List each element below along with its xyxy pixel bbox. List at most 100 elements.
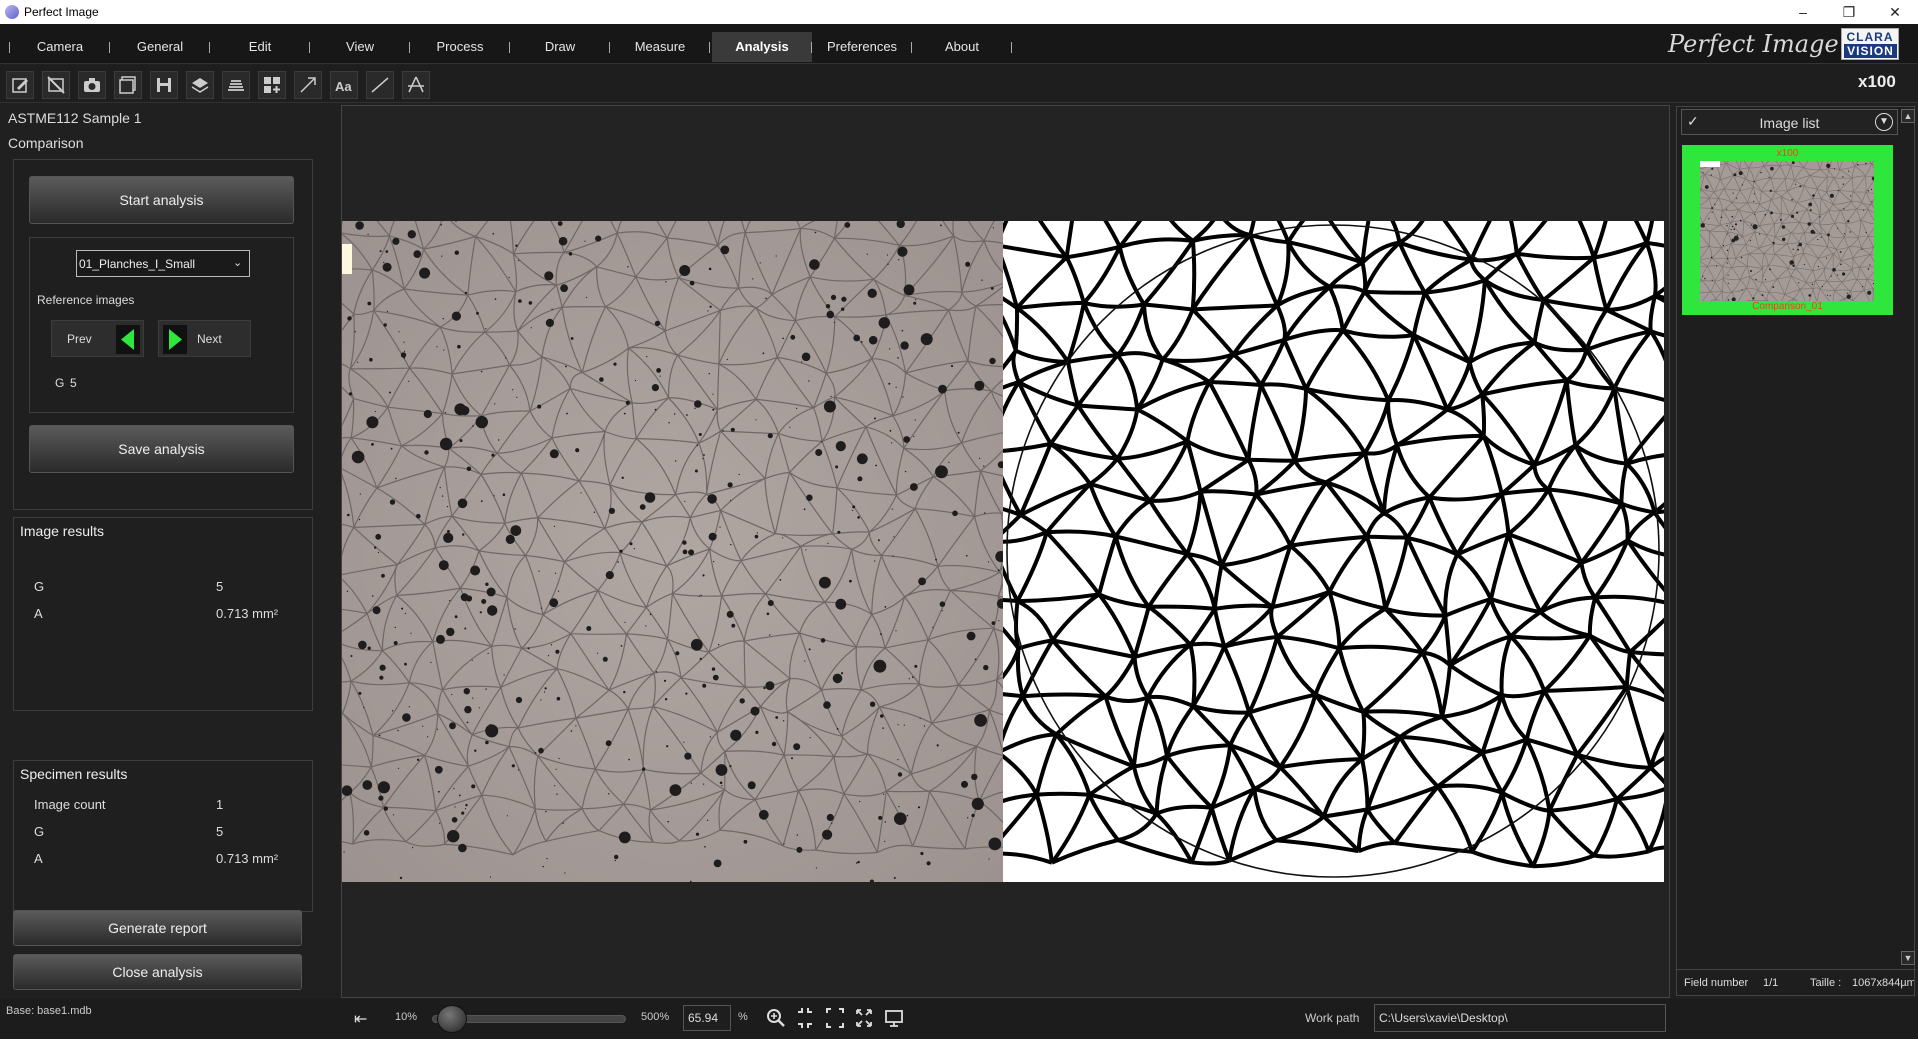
zoom-max-label: 500% [641, 1011, 670, 1023]
next-label: Next [197, 332, 222, 346]
fullscreen-icon[interactable] [825, 1006, 845, 1030]
prev-button[interactable]: Prev [51, 320, 144, 357]
edit-icon[interactable] [6, 71, 34, 99]
camera-icon[interactable] [78, 71, 106, 99]
specimen-results-title: Specimen results [20, 766, 128, 782]
clara-vision-logo: CLARA VISION [1841, 28, 1899, 60]
specimen-result-value: 0.713 mm² [216, 851, 279, 866]
left-panel: ASTME112 Sample 1 Comparison Start analy… [0, 104, 334, 999]
app-icon [5, 5, 19, 19]
dropdown-circle-icon[interactable]: ▼ [1875, 113, 1893, 131]
menu-general[interactable]: General [120, 32, 200, 62]
text-tool-icon[interactable]: Aa [330, 71, 358, 99]
zoom-value-input[interactable] [683, 1005, 731, 1031]
specimen-result-value: 5 [216, 824, 224, 839]
no-image-icon[interactable] [42, 71, 70, 99]
database-label: Base: base1.mdb [6, 1005, 92, 1017]
menu-separator [109, 42, 110, 53]
next-arrow-icon [163, 325, 187, 354]
image-list-title: Image list [1759, 115, 1820, 131]
restore-button[interactable]: ❐ [1826, 0, 1872, 24]
zoom-in-icon[interactable] [766, 1006, 786, 1030]
image-result-value: 5 [216, 579, 224, 594]
menu-separator [811, 42, 812, 53]
zoom-slider-thumb[interactable] [436, 1005, 467, 1033]
taille-value: 1067x844µm [1852, 977, 1914, 989]
image-result-value: 0.713 mm² [216, 606, 279, 621]
reference-images-label: Reference images [37, 293, 135, 307]
menu-separator [509, 42, 510, 53]
menu-draw[interactable]: Draw [520, 32, 600, 62]
chevron-down-icon: ⌄ [233, 257, 243, 269]
scroll-up-icon[interactable]: ▲ [1901, 109, 1915, 123]
menu-separator [9, 42, 10, 53]
image-viewer[interactable] [341, 105, 1670, 998]
expand-icon[interactable] [854, 1006, 874, 1030]
menu-separator [409, 42, 410, 53]
work-path-input[interactable] [1374, 1004, 1666, 1032]
menu-separator [1011, 42, 1012, 53]
magnification-label: x100 [1858, 72, 1896, 91]
grid-add-icon[interactable] [258, 71, 286, 99]
start-analysis-button[interactable]: Start analysis [29, 176, 294, 224]
prev-arrow-icon [116, 325, 140, 354]
image-results-section: Image results G 5 A 0.713 mm² [13, 517, 313, 711]
micrograph-image[interactable] [342, 221, 1003, 882]
specimen-result-key: Image count [34, 797, 106, 812]
thumbnail-marker [1700, 161, 1720, 167]
svg-text:Aa: Aa [335, 79, 352, 94]
field-number-label: Field number [1684, 977, 1749, 989]
menu-camera[interactable]: Camera [20, 32, 100, 62]
plate-select-value: 01_Planches_I_Small [79, 257, 196, 271]
analysis-section: Start analysis 01_Planches_I_Small ⌄ Ref… [13, 159, 313, 510]
segmented-image[interactable] [1003, 221, 1664, 882]
menu-separator [911, 42, 912, 53]
menu-measure[interactable]: Measure [620, 32, 700, 62]
toolbar: Aa [0, 65, 1918, 103]
menu-preferences[interactable]: Preferences [818, 32, 906, 62]
reference-box: 01_Planches_I_Small ⌄ Reference images P… [29, 237, 294, 413]
save-icon[interactable] [150, 71, 178, 99]
next-button[interactable]: Next [158, 320, 251, 357]
save-analysis-button[interactable]: Save analysis [29, 425, 294, 473]
close-window-button[interactable]: ✕ [1872, 0, 1918, 24]
divider [1677, 969, 1916, 970]
menu-process[interactable]: Process [420, 32, 500, 62]
layers-icon[interactable] [186, 71, 214, 99]
image-result-key: G [34, 579, 45, 594]
prev-label: Prev [67, 332, 92, 346]
specimen-result-value: 1 [216, 797, 224, 812]
thumbnail-caption: Comparison_01 [1752, 301, 1823, 312]
menu-view[interactable]: View [320, 32, 400, 62]
field-number-value: 1/1 [1763, 977, 1779, 989]
menu-bar: Camera General Edit View Process Draw Me… [0, 24, 1918, 64]
fit-left-icon[interactable]: ⇤ [354, 1009, 367, 1029]
menu-separator [309, 42, 310, 53]
image-list-header[interactable]: ✓ Image list ▼ [1681, 109, 1898, 135]
angle-icon[interactable] [402, 71, 430, 99]
sample-header: ASTME112 Sample 1 [8, 110, 142, 126]
image-results-title: Image results [20, 523, 105, 539]
image-thumbnail-card[interactable]: x100 Comparison_01 [1682, 145, 1893, 315]
mode-header: Comparison [8, 135, 84, 151]
menu-about[interactable]: About [922, 32, 1002, 62]
minimize-button[interactable]: – [1780, 0, 1826, 24]
gallery-icon[interactable] [114, 71, 142, 99]
close-analysis-button[interactable]: Close analysis [13, 954, 302, 990]
generate-report-button[interactable]: Generate report [13, 910, 302, 946]
menu-separator [709, 42, 710, 53]
monitor-icon[interactable] [884, 1006, 904, 1030]
menu-edit[interactable]: Edit [220, 32, 300, 62]
fit-icon[interactable] [795, 1006, 815, 1030]
zoom-min-label: 10% [395, 1011, 418, 1023]
arrow-icon[interactable] [294, 71, 322, 99]
plate-select[interactable]: 01_Planches_I_Small ⌄ [76, 250, 250, 277]
taille-label: Taille : [1810, 977, 1842, 989]
line-icon[interactable] [366, 71, 394, 99]
scroll-down-icon[interactable]: ▼ [1901, 951, 1915, 965]
right-panel: ✓ Image list ▼ ▲ ▼ x100 Comparison_01 Fi… [1676, 104, 1918, 999]
title-bar: Perfect Image – ❐ ✕ [0, 0, 1918, 24]
stack-icon[interactable] [222, 71, 250, 99]
status-bar: Base: base1.mdb ⇤ 10% 500% % Work path [0, 999, 1918, 1039]
menu-analysis[interactable]: Analysis [712, 32, 812, 62]
